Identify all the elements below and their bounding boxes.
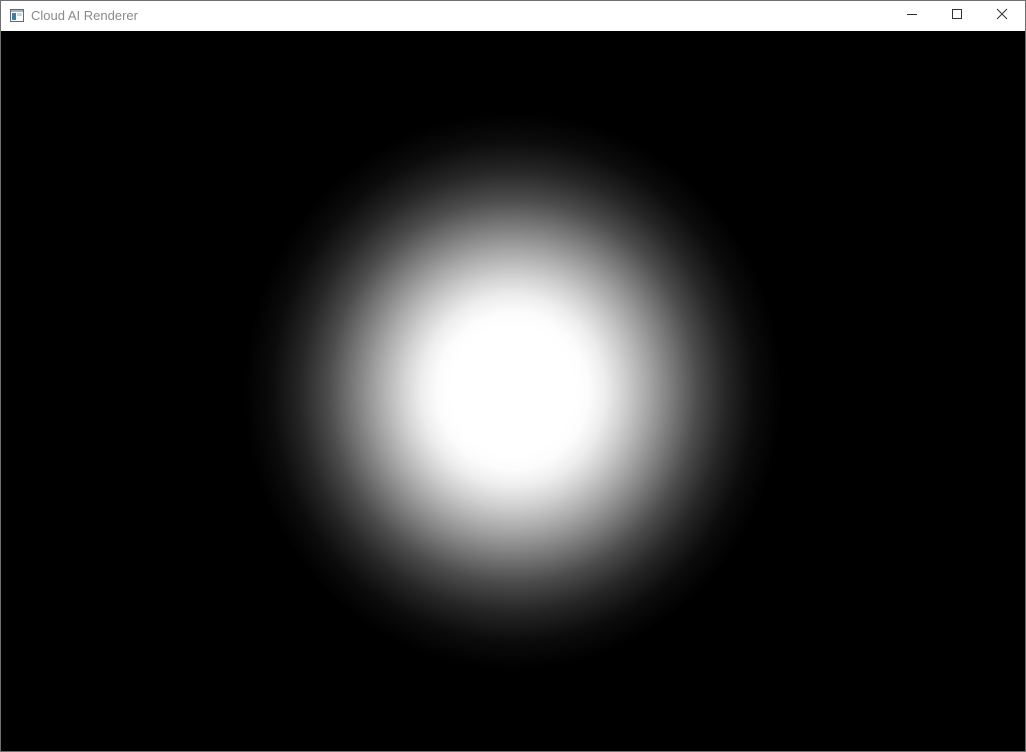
minimize-icon: [906, 7, 918, 25]
minimize-button[interactable]: [889, 1, 934, 31]
title-bar[interactable]: Cloud AI Renderer: [1, 1, 1025, 31]
maximize-button[interactable]: [934, 1, 979, 31]
maximize-icon: [951, 7, 963, 25]
radial-glow: [1, 31, 1025, 751]
render-viewport[interactable]: [1, 31, 1025, 751]
app-window: Cloud AI Renderer: [0, 0, 1026, 752]
close-button[interactable]: [979, 1, 1024, 31]
app-window-icon[interactable]: [10, 9, 24, 22]
window-title: Cloud AI Renderer: [31, 8, 138, 23]
close-icon: [996, 7, 1008, 25]
